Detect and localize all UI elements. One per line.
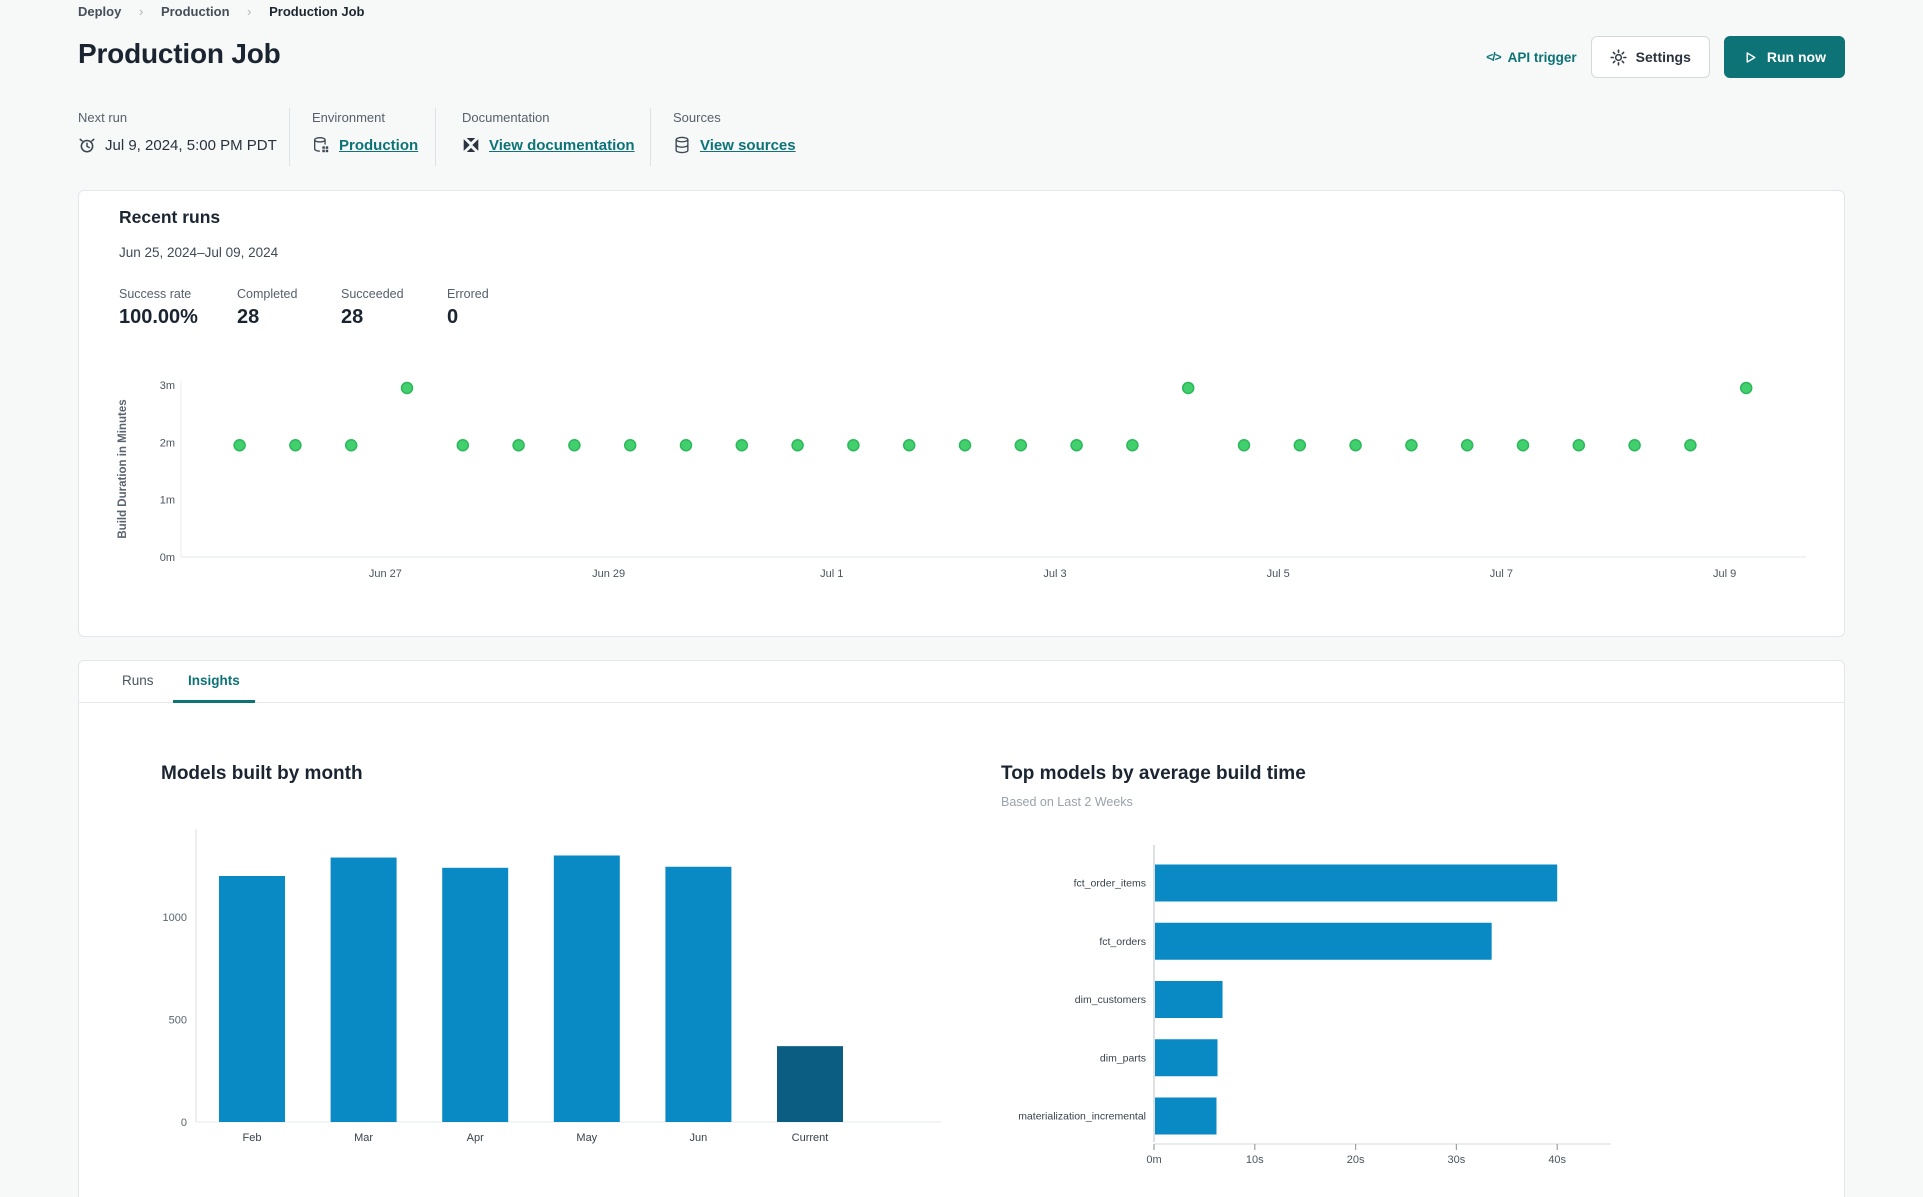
svg-text:0m: 0m — [1146, 1154, 1161, 1166]
svg-text:Jun 27: Jun 27 — [369, 568, 402, 580]
svg-text:Jun 29: Jun 29 — [592, 568, 625, 580]
meta-documentation: Documentation View documentation — [462, 110, 635, 154]
breadcrumb-separator-icon: › — [247, 4, 252, 19]
play-icon — [1743, 50, 1758, 65]
stat-completed: Completed 28 — [237, 287, 297, 329]
recent-runs-title: Recent runs — [119, 207, 221, 227]
svg-text:3m: 3m — [160, 380, 175, 392]
svg-text:10s: 10s — [1246, 1154, 1264, 1166]
stat-value: 28 — [237, 306, 260, 328]
top-models-by-build-time-chart: 0m 10s 20s 30s 40s fct_order_items fct_ordersd… — [1018, 845, 1611, 1166]
environment-link[interactable]: Production — [339, 137, 418, 154]
breadcrumb-production[interactable]: Production — [161, 4, 230, 19]
svg-text:Mar: Mar — [354, 1132, 373, 1144]
svg-text:dim_parts: dim_parts — [1100, 1052, 1146, 1064]
stat-success-rate: Success rate 100.00% — [119, 287, 198, 329]
tab-runs[interactable]: Runs — [107, 661, 169, 703]
stat-label: Errored — [447, 287, 489, 301]
stat-errored: Errored 0 — [447, 287, 489, 329]
svg-text:500: 500 — [169, 1015, 187, 1027]
meta-divider — [435, 108, 436, 166]
svg-text:Jul 1: Jul 1 — [820, 568, 843, 580]
database-icon — [673, 136, 691, 154]
svg-text:1000: 1000 — [163, 912, 187, 924]
svg-text:Jul 3: Jul 3 — [1043, 568, 1066, 580]
breadcrumb-deploy[interactable]: Deploy — [78, 4, 121, 19]
svg-text:Feb: Feb — [243, 1132, 262, 1144]
recent-runs-date-range: Jun 25, 2024–Jul 09, 2024 — [119, 245, 279, 260]
api-trigger-link[interactable]: </> API trigger — [1486, 50, 1576, 65]
stat-value: 100.00% — [119, 306, 198, 328]
build-duration-chart: Build Duration in Minutes 0m 1m 2m 3m Jun 27 J… — [117, 380, 1806, 580]
environment-icon — [312, 136, 330, 154]
gear-icon — [1610, 48, 1627, 66]
svg-text:Jul 7: Jul 7 — [1490, 568, 1513, 580]
top-models-chart-title: Top models by average build time — [1001, 763, 1306, 784]
svg-text:dim_customers: dim_customers — [1075, 994, 1146, 1006]
svg-text:0: 0 — [181, 1117, 187, 1129]
meta-environment: Environment Production — [312, 110, 418, 154]
page-title: Production Job — [78, 38, 281, 69]
settings-button[interactable]: Settings — [1590, 36, 1710, 78]
environment-label: Environment — [312, 110, 385, 125]
svg-text:Jul 5: Jul 5 — [1267, 568, 1290, 580]
breadcrumb-current: Production Job — [269, 4, 365, 19]
svg-text:materialization_incremental: materialization_incremental — [1018, 1111, 1146, 1123]
meta-divider — [289, 108, 290, 166]
svg-text:Jun: Jun — [690, 1132, 708, 1144]
code-icon: </> — [1486, 50, 1501, 64]
stat-value: 28 — [341, 306, 364, 328]
settings-label: Settings — [1635, 49, 1691, 65]
alarm-clock-icon — [78, 136, 96, 154]
svg-text:Apr: Apr — [467, 1132, 484, 1144]
svg-text:Current: Current — [792, 1132, 829, 1144]
api-trigger-label: API trigger — [1507, 49, 1577, 65]
meta-next-run: Next run Jul 9, 2024, 5:00 PM PDT — [78, 110, 277, 154]
stat-label: Succeeded — [341, 287, 404, 301]
svg-text:0m: 0m — [160, 552, 175, 564]
svg-text:20s: 20s — [1347, 1154, 1365, 1166]
svg-text:May: May — [576, 1132, 597, 1144]
meta-divider — [650, 108, 651, 166]
svg-text:Jul 9: Jul 9 — [1713, 568, 1736, 580]
view-sources-link[interactable]: View sources — [700, 137, 796, 154]
stat-succeeded: Succeeded 28 — [341, 287, 404, 329]
insights-card: Runs Insights Models built by month 0 500… — [78, 660, 1845, 1197]
svg-text:40s: 40s — [1548, 1154, 1566, 1166]
svg-text:30s: 30s — [1448, 1154, 1466, 1166]
svg-text:fct_order_items: fct_order_items — [1074, 878, 1146, 890]
models-built-by-month-chart: 0 500 1000 Feb Mar Apr May Jun Current — [163, 829, 941, 1144]
stat-value: 0 — [447, 306, 459, 328]
breadcrumb: Deploy › Production › Production Job — [78, 4, 364, 19]
svg-text:2m: 2m — [160, 437, 175, 449]
header-actions: </> API trigger Settings Run now — [1486, 36, 1845, 78]
stat-label: Completed — [237, 287, 298, 301]
top-models-chart-subtitle: Based on Last 2 Weeks — [1001, 795, 1133, 809]
run-now-button[interactable]: Run now — [1723, 36, 1845, 78]
tab-bar: Runs Insights — [79, 661, 1844, 703]
tab-insights[interactable]: Insights — [173, 661, 255, 703]
breadcrumb-separator-icon: › — [138, 4, 144, 19]
models-built-chart-title: Models built by month — [161, 763, 363, 784]
run-now-label: Run now — [1766, 49, 1826, 65]
next-run-label: Next run — [78, 110, 128, 125]
svg-text:fct_orders: fct_orders — [1099, 936, 1146, 948]
recent-runs-card: Recent runs Jun 25, 2024–Jul 09, 2024 Su… — [78, 190, 1845, 637]
next-run-value: Jul 9, 2024, 5:00 PM PDT — [105, 136, 277, 154]
svg-text:1m: 1m — [160, 495, 175, 507]
stat-label: Success rate — [119, 287, 192, 301]
sources-label: Sources — [673, 110, 721, 125]
svg-text:Build Duration in Minutes: Build Duration in Minutes — [117, 399, 129, 538]
meta-sources: Sources View sources — [673, 110, 796, 154]
documentation-label: Documentation — [462, 110, 550, 125]
dbt-docs-icon — [462, 136, 480, 154]
view-documentation-link[interactable]: View documentation — [489, 137, 635, 154]
